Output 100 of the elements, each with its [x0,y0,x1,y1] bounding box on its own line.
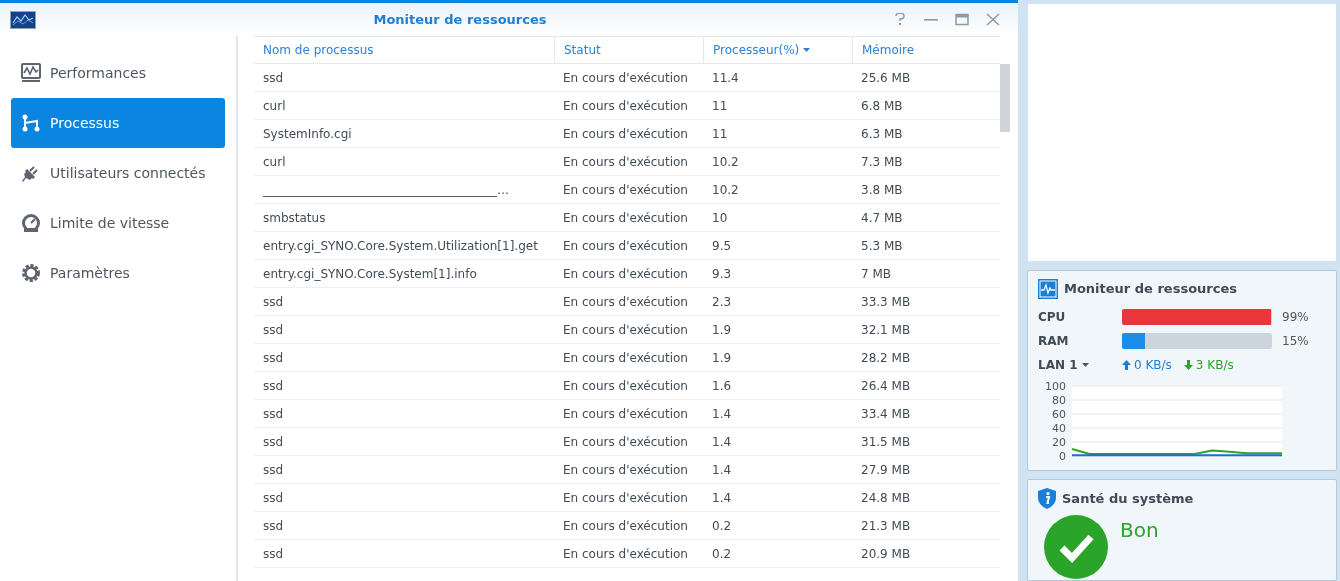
table-cell-text: 6.3 MB [860,125,904,143]
table-cell-text: En cours d'exécution [562,349,689,367]
table-cell-text: 2.3 [711,293,733,311]
table-cell-text: En cours d'exécution [562,209,689,227]
table-cell-text: entry.cgi_SYNO.Core.System[1].info [262,265,478,283]
table-cell-text: 10.2 [711,153,740,171]
table-cell-text: ssd [262,349,285,367]
table-cell-text: 6.8 MB [860,97,904,115]
table-cell-text: _______________________________________… [262,181,510,199]
table-cell-text: 1.4 [711,461,733,479]
table-cell-text: 5.3 MB [860,237,904,255]
table-cell-text: En cours d'exécution [562,293,689,311]
sidebar-item[interactable]: Limite de vitesse [11,198,225,248]
table-cell-text: En cours d'exécution [562,97,689,115]
table-cell-text: En cours d'exécution [562,125,689,143]
table-cell-text: ssd [262,517,285,535]
table-cell-text: curl [262,97,287,115]
table-cell-text: ssd [262,321,285,339]
monitor-icon [1038,279,1058,300]
table-cell-text: 20.9 MB [860,545,912,563]
column-header[interactable]: Statut [554,37,703,63]
sidebar-item[interactable]: Performances [11,48,225,98]
axis-tick-label: 0 [1059,450,1066,463]
table-cell-text: 1.9 [711,321,733,339]
download-arrow-icon [1183,360,1193,371]
app-icon [10,10,36,29]
settings-icon [20,263,42,283]
table-cell-text: ssd [262,69,285,87]
table-cell-text: 9.3 [711,265,733,283]
table-cell-text: SystemInfo.cgi [262,125,353,143]
table-cell-text: 26.4 MB [860,377,912,395]
table-cell-text: 10.2 [711,181,740,199]
table-cell-text: 0.2 [711,517,733,535]
table-cell-text: En cours d'exécution [562,545,689,563]
widget-title: Moniteur de ressources [1064,280,1237,299]
table-cell-text: 11 [711,97,729,115]
table-cell-text: 28.2 MB [860,349,912,367]
table-cell-text: ssd [262,293,285,311]
table-cell-text: 10 [711,209,729,227]
table-cell-text: En cours d'exécution [562,433,689,451]
axis-tick-label: 20 [1052,436,1066,450]
table-cell-text: 11 [711,125,729,143]
sidebar-item[interactable]: Utilisateurs connectés [11,148,225,198]
interface-dropdown[interactable]: LAN 1 [1038,356,1110,375]
table-cell-text: 33.3 MB [860,293,912,311]
column-header[interactable]: Mémoire [852,37,999,63]
table-cell-text: 3.8 MB [860,181,904,199]
column-header[interactable]: Nom de processus [254,37,554,63]
table-cell-text: 21.3 MB [860,517,912,535]
table-cell-text: smbstatus [262,209,327,227]
axis-tick-label: 100 [1045,380,1066,394]
table-cell-text: 24.8 MB [860,489,912,507]
table-cell-text: 4.7 MB [860,209,904,227]
table-cell-text: En cours d'exécution [562,181,689,199]
table-cell-text: 11.4 [711,69,740,87]
meter-label: RAM [1038,333,1070,351]
meter-reading: 15% [1282,333,1309,351]
axis-tick-label: 40 [1052,422,1066,436]
table-cell-text: 7.3 MB [860,153,904,171]
table-cell-text: ssd [262,377,285,395]
table-cell-text: En cours d'exécution [562,153,689,171]
table-cell-text: 33.4 MB [860,405,912,423]
caret-icon [1081,363,1089,368]
table-cell-text: entry.cgi_SYNO.Core.System.Utilization[1].get [262,237,539,255]
table-cell-text: 32.1 MB [860,321,912,339]
table-cell-text: 9.5 [711,237,733,255]
table-cell-text: ssd [262,405,285,423]
branch-icon [20,113,42,133]
table-cell-text: 1.4 [711,433,733,451]
health-status: Bon [1120,517,1159,545]
sidebar-item[interactable]: Paramètres [11,248,225,298]
axis-tick-label: 60 [1052,408,1066,422]
table-cell-text: 1.4 [711,405,733,423]
table-cell-text: En cours d'exécution [562,377,689,395]
axis-tick-label: 80 [1052,394,1066,408]
table-cell-text: En cours d'exécution [562,489,689,507]
table-cell-text: curl [262,153,287,171]
table-cell-text: ssd [262,433,285,451]
table-cell-text: En cours d'exécution [562,321,689,339]
table-cell-text: En cours d'exécution [562,69,689,87]
sidebar-item[interactable]: Processus [11,98,225,148]
gauge-icon [20,213,42,233]
table-cell-text: 1.6 [711,377,733,395]
table-cell-text: 1.4 [711,489,733,507]
meter-reading: 99% [1282,309,1309,327]
table-cell-text: 7 MB [860,265,893,283]
table-cell-text: En cours d'exécution [562,265,689,283]
upload-arrow-icon [1122,360,1131,371]
window-title: Moniteur de ressources [372,10,548,29]
table-cell-text: 0.2 [711,545,733,563]
table-cell-text: ssd [262,461,285,479]
meter-label: CPU [1038,309,1067,327]
column-header[interactable]: Processeur(%) [703,37,852,63]
table-cell-text: ssd [262,545,285,563]
table-cell-text: En cours d'exécution [562,461,689,479]
upload-rate: 0 KB/s [1134,357,1172,375]
widget-title: Santé du système [1062,489,1194,508]
table-cell-text: 31.5 MB [860,433,912,451]
table-cell-text: En cours d'exécution [562,517,689,535]
table-cell-text: En cours d'exécution [562,405,689,423]
